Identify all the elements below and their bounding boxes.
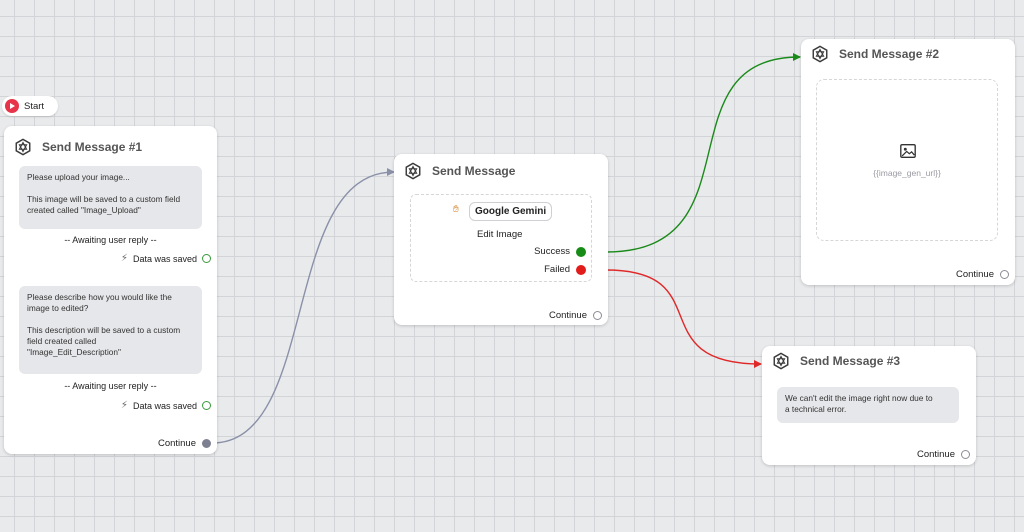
gemini-action-box[interactable]: ✋︎ Google Gemini Edit Image Success Fail… [410,194,592,282]
lightning-icon: ⚡︎ [120,253,128,264]
continue-row[interactable]: Continue [158,438,211,449]
continue-port[interactable] [593,311,602,320]
success-port[interactable] [576,246,586,257]
data-saved-row[interactable]: ⚡︎ Data was saved [121,400,211,411]
failed-row[interactable]: Failed [544,264,586,275]
continue-port[interactable] [202,439,211,448]
continue-row[interactable]: Continue [956,269,1009,280]
send-message-2-node[interactable]: Send Message #2 {{image_gen_url}} Contin… [801,39,1015,285]
edge-failed-to-send-message-3 [605,269,762,368]
send-message-1-node[interactable]: Send Message #1 Please upload your image… [4,126,217,454]
node-title: Send Message #3 [800,354,901,368]
bubble-line: Please upload your image... [27,172,130,182]
continue-label: Continue [916,449,955,460]
awaiting-reply-label: -- Awaiting user reply -- [64,381,157,391]
continue-port[interactable] [1000,270,1009,279]
image-placeholder[interactable]: {{image_gen_url}} [816,79,998,241]
send-message-3-node[interactable]: Send Message #3 We can't edit the image … [762,346,976,465]
send-message-node[interactable]: Send Message ✋︎ Google Gemini Edit Image… [394,154,608,325]
data-saved-label: Data was saved [132,253,197,264]
integration-chip[interactable]: Google Gemini [469,202,553,221]
failed-port[interactable] [576,264,586,275]
bubble-line [27,183,194,194]
node-hexagon-icon [405,162,421,180]
node-title: Send Message [432,164,516,178]
bubble-line: We can't edit the image right now due to [785,393,933,403]
bubble-line: created called "Image_Upload" [27,205,141,215]
bubble-line: field created called [27,336,97,346]
output-port[interactable] [202,254,211,263]
bubble-line: This description will be saved to a cust… [27,325,181,335]
success-row[interactable]: Success [534,246,586,257]
bubble-line [27,314,194,325]
node-hexagon-icon [773,352,789,370]
bubble-line: This image will be saved to a custom fie… [27,194,181,204]
success-label: Success [534,246,570,257]
message-bubble: Please upload your image... This image w… [19,166,202,229]
message-bubble: We can't edit the image right now due to… [777,387,959,423]
awaiting-reply-label: -- Awaiting user reply -- [64,235,157,245]
data-saved-label: Data was saved [132,400,197,411]
continue-label: Continue [548,310,587,321]
output-port[interactable] [202,401,211,410]
continue-port[interactable] [961,450,970,459]
node-hexagon-icon [15,138,31,156]
start-label: Start [24,100,45,112]
bubble-line: Please describe how you would like the [27,292,172,302]
edge-success-to-send-message-2 [605,53,801,253]
continue-row[interactable]: Continue [549,310,602,321]
message-bubble: Please describe how you would like the i… [19,286,202,374]
node-title: Send Message #1 [42,140,143,154]
failed-label: Failed [544,264,570,275]
action-label: Edit Image [477,229,523,240]
start-node[interactable]: Start [2,96,58,116]
node-title: Send Message #2 [839,47,940,61]
continue-label: Continue [157,438,196,449]
node-header: Send Message #2 [811,45,939,63]
continue-row[interactable]: Continue [917,449,970,460]
start-play-icon [5,99,19,113]
image-icon [900,144,916,158]
hand-icon: ✋︎ [453,204,459,215]
continue-label: Continue [955,269,994,280]
node-header: Send Message [404,162,515,180]
bubble-line: "Image_Edit_Description" [27,347,121,357]
data-saved-row[interactable]: ⚡︎ Data was saved [121,253,211,264]
node-header: Send Message #1 [14,138,142,156]
edge-continue-to-send-message [211,168,395,444]
bubble-line: image to edited? [27,303,89,313]
node-hexagon-icon [812,45,828,63]
lightning-icon: ⚡︎ [120,400,128,411]
node-header: Send Message #3 [772,352,900,370]
bubble-line: a technical error. [785,404,847,414]
image-variable-label: {{image_gen_url}} [873,168,941,178]
